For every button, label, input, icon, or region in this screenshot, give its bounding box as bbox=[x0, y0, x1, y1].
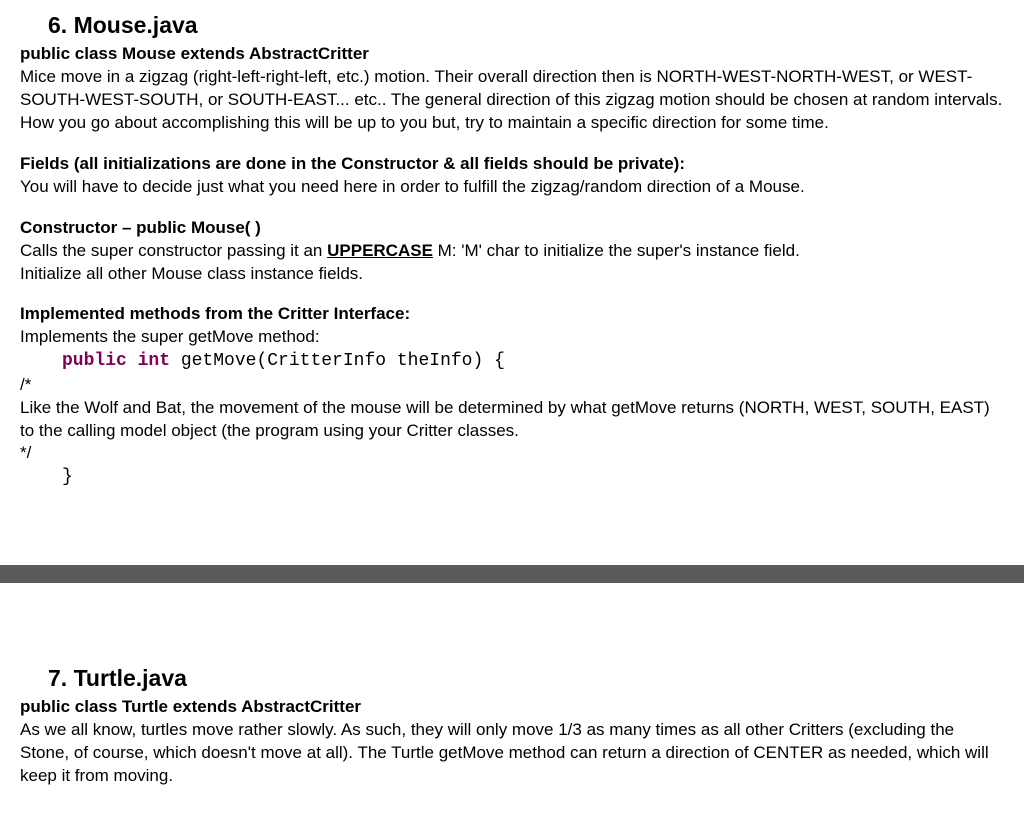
impl-heading: Implemented methods from the Critter Int… bbox=[20, 303, 1004, 326]
class-decl-mouse: public class Mouse extends AbstractCritt… bbox=[20, 43, 1004, 66]
constructor-heading: Constructor – public Mouse( ) bbox=[20, 217, 1004, 240]
constructor-body-line2: Initialize all other Mouse class instanc… bbox=[20, 263, 1004, 286]
section-divider bbox=[0, 565, 1024, 583]
class-decl-turtle: public class Turtle extends AbstractCrit… bbox=[20, 696, 1004, 719]
constructor-uppercase: UPPERCASE bbox=[327, 241, 433, 260]
close-brace: } bbox=[62, 465, 1004, 489]
constructor-body-1b: M: 'M' char to initialize the super's in… bbox=[433, 241, 800, 260]
code-getmove: public int getMove(CritterInfo theInfo) … bbox=[62, 349, 1004, 373]
code-rest: getMove(CritterInfo theInfo) { bbox=[170, 351, 505, 371]
fields-heading: Fields (all initializations are done in … bbox=[20, 153, 1004, 176]
section-turtle: 7. Turtle.java public class Turtle exten… bbox=[0, 653, 1024, 808]
intro-mouse: Mice move in a zigzag (right-left-right-… bbox=[20, 66, 1004, 135]
comment-close: */ bbox=[20, 442, 1004, 465]
section-mouse: 6. Mouse.java public class Mouse extends… bbox=[0, 0, 1024, 510]
code-kw-int: int bbox=[138, 351, 170, 371]
heading-mouse: 6. Mouse.java bbox=[48, 10, 1004, 41]
comment-body: Like the Wolf and Bat, the movement of t… bbox=[20, 397, 1004, 443]
constructor-body-line1: Calls the super constructor passing it a… bbox=[20, 240, 1004, 263]
heading-turtle: 7. Turtle.java bbox=[48, 663, 1004, 694]
impl-line: Implements the super getMove method: bbox=[20, 326, 1004, 349]
constructor-body-1a: Calls the super constructor passing it a… bbox=[20, 241, 327, 260]
fields-body: You will have to decide just what you ne… bbox=[20, 176, 1004, 199]
comment-open: /* bbox=[20, 374, 1004, 397]
code-kw-public: public bbox=[62, 351, 127, 371]
intro-turtle: As we all know, turtles move rather slow… bbox=[20, 719, 1004, 788]
